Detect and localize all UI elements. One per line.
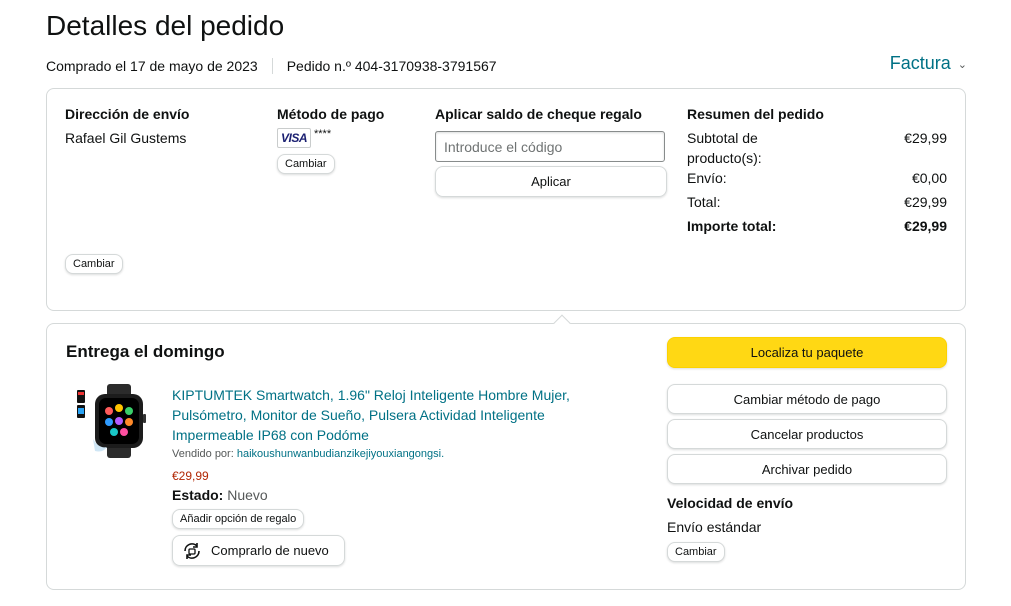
summary-label: Envío:: [687, 170, 727, 186]
page-title: Detalles del pedido: [46, 10, 285, 41]
add-gift-option-button[interactable]: Añadir opción de regalo: [172, 509, 305, 529]
change-address-button[interactable]: Cambiar: [65, 254, 123, 274]
summary-value: €29,99: [904, 130, 947, 146]
summary-row-subtotal: Subtotal de producto(s): €29,99: [687, 128, 947, 168]
summary-value: €29,99: [904, 218, 947, 234]
change-payment-method-button[interactable]: Cambiar método de pago: [667, 384, 947, 414]
shipping-name: Rafael Gil Gustems: [65, 130, 187, 146]
buy-again-button[interactable]: Comprarlo de nuevo: [172, 535, 345, 566]
product-image[interactable]: [73, 384, 153, 459]
seller-link[interactable]: haikoushunwanbudianzikejiyouxiangongsi.: [237, 448, 444, 460]
change-payment-button[interactable]: Cambiar: [277, 154, 335, 174]
summary-value: €0,00: [911, 170, 947, 186]
apply-gift-button[interactable]: Aplicar: [435, 166, 667, 197]
summary-label: Total:: [687, 194, 721, 210]
summary-value: €29,99: [904, 194, 947, 210]
card-number-mask: ****: [314, 128, 332, 140]
delivery-card: Entrega el domingo KIPTUMTEK Smartwatch,…: [46, 314, 966, 590]
buy-again-icon: [181, 540, 203, 562]
order-meta: Comprado el 17 de mayo de 2023 Pedido n.…: [46, 58, 497, 74]
summary-label: Importe total:: [687, 218, 777, 234]
track-package-button[interactable]: Localiza tu paquete: [667, 337, 947, 368]
payment-method-title: Método de pago: [277, 106, 385, 122]
cancel-items-button[interactable]: Cancelar productos: [667, 419, 947, 449]
summary-row-shipping: Envío: €0,00: [687, 168, 947, 188]
order-info-card: Dirección de envío Rafael Gil Gustems Ca…: [46, 88, 966, 311]
product-title-link[interactable]: KIPTUMTEK Smartwatch, 1.96" Reloj Inteli…: [172, 385, 602, 445]
state-label: Estado:: [172, 487, 224, 503]
archive-order-button[interactable]: Archivar pedido: [667, 454, 947, 484]
invoice-label: Factura: [889, 53, 951, 73]
visa-card-icon: VISA: [277, 128, 311, 148]
card-notch: [553, 314, 571, 332]
gift-card-title: Aplicar saldo de cheque regalo: [435, 106, 642, 122]
product-state: Estado: Nuevo: [172, 487, 268, 503]
summary-row-total: Total: €29,99: [687, 192, 947, 212]
invoice-dropdown[interactable]: Factura ⌄: [890, 53, 967, 74]
shipping-speed-title: Velocidad de envío: [667, 495, 794, 511]
meta-divider: [271, 58, 273, 74]
shipping-speed-value: Envío estándar: [667, 519, 762, 535]
order-number: Pedido n.º 404-3170938-3791567: [286, 58, 497, 74]
purchase-date: Comprado el 17 de mayo de 2023: [46, 58, 258, 74]
product-price: €29,99: [172, 469, 209, 483]
summary-label: Subtotal de producto(s):: [687, 130, 762, 166]
shipping-address-title: Dirección de envío: [65, 106, 190, 122]
delivery-title: Entrega el domingo: [66, 342, 225, 361]
gift-code-input[interactable]: [435, 131, 665, 162]
summary-row-grand-total: Importe total: €29,99: [687, 216, 947, 236]
change-shipping-speed-button[interactable]: Cambiar: [667, 542, 725, 562]
order-summary-title: Resumen del pedido: [687, 106, 824, 122]
state-value: Nuevo: [227, 487, 268, 503]
seller-prefix: Vendido por:: [172, 448, 234, 460]
buy-again-label: Comprarlo de nuevo: [211, 543, 329, 558]
seller-info: Vendido por: haikoushunwanbudianzikejiyo…: [172, 448, 444, 460]
chevron-down-icon: ⌄: [957, 59, 967, 71]
